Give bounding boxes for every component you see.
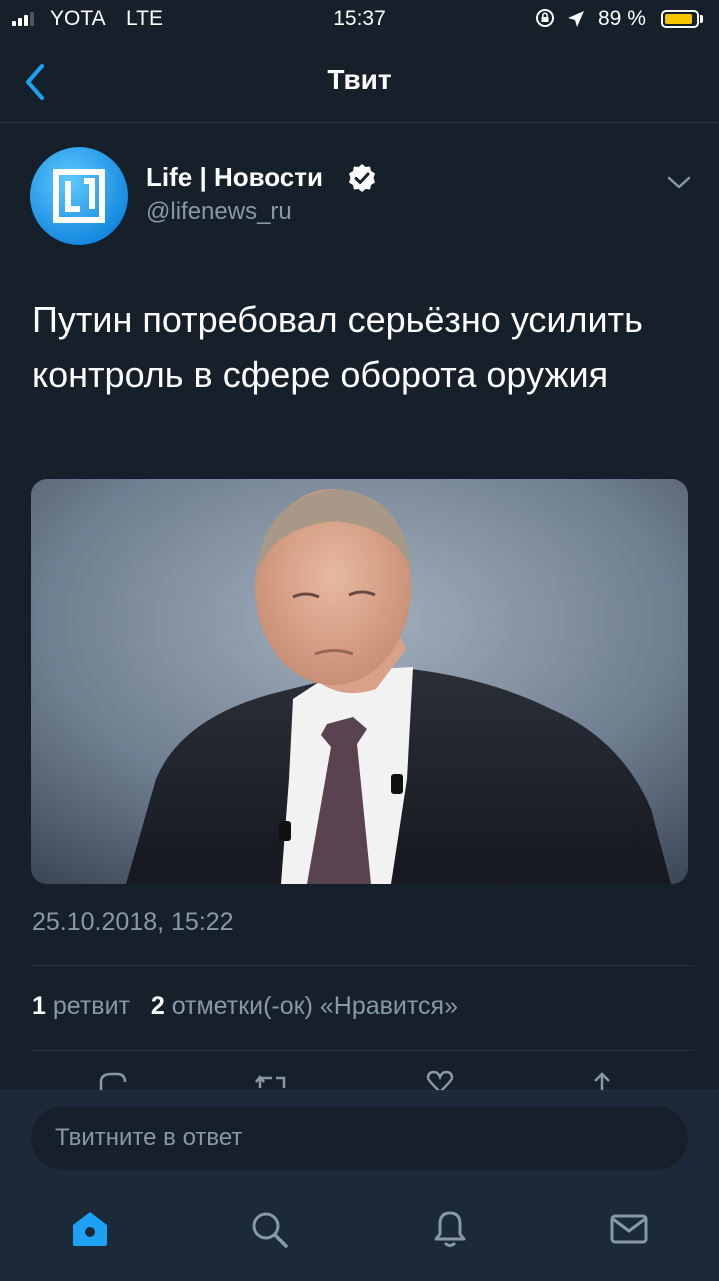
- battery-tip: [700, 15, 703, 23]
- share-icon[interactable]: [582, 1068, 622, 1092]
- retweet-label: ретвит: [52, 992, 130, 1020]
- verified-badge-icon: [349, 164, 375, 192]
- notifications-icon[interactable]: [429, 1208, 471, 1250]
- like-count: 2: [150, 992, 165, 1020]
- divider: [32, 965, 694, 966]
- avatar[interactable]: [30, 147, 128, 245]
- home-icon[interactable]: [69, 1208, 111, 1250]
- reply-icon[interactable]: [93, 1068, 133, 1092]
- divider: [32, 1050, 694, 1051]
- likes-stat[interactable]: 2 отметки(-ок) «Нравится»: [151, 992, 458, 1020]
- page-title: Твит: [327, 64, 392, 95]
- tweet-timestamp: 25.10.2018, 15:22: [32, 908, 234, 936]
- author-handle[interactable]: @lifenews_ru: [146, 198, 292, 226]
- messages-icon[interactable]: [608, 1208, 650, 1250]
- author-name[interactable]: Life | Новости: [146, 162, 323, 193]
- rotation-lock-icon: [536, 9, 554, 27]
- photo-image: [31, 479, 688, 884]
- like-label: отметки(-ок) «Нравится»: [171, 992, 458, 1020]
- retweet-icon[interactable]: [252, 1068, 292, 1092]
- like-icon[interactable]: [420, 1068, 460, 1092]
- reply-input[interactable]: [31, 1106, 688, 1170]
- tweet-stats: 1 ретвит 2 отметки(-ок) «Нравится»: [32, 992, 458, 1021]
- retweets-stat[interactable]: 1 ретвит: [32, 992, 130, 1020]
- retweet-count: 1: [32, 992, 46, 1020]
- status-bar: YOTA LTE 15:37 89 %: [0, 0, 719, 40]
- life-logo-icon: [30, 147, 128, 245]
- location-arrow-icon: [568, 11, 584, 27]
- chevron-down-icon[interactable]: [664, 170, 694, 194]
- tweet-text: Путин потребовал серьёзно усилить контро…: [32, 299, 643, 395]
- divider: [0, 122, 719, 123]
- battery-icon: [661, 10, 699, 28]
- tweet-photo[interactable]: [31, 479, 688, 884]
- search-icon[interactable]: [248, 1208, 290, 1250]
- battery-percent: 89 %: [598, 7, 646, 30]
- battery-fill: [665, 14, 692, 24]
